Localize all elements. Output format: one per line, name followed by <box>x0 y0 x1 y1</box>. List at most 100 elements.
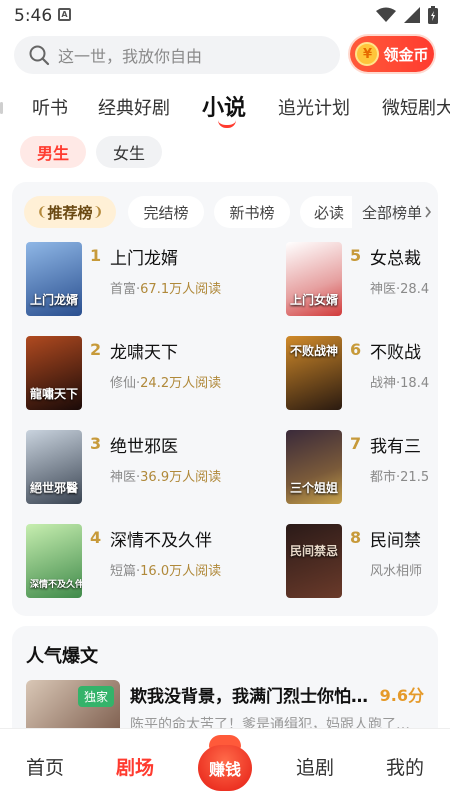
ranking-tabs: ❨ 推荐榜 ❩ 完结榜 新书榜 必读 全部榜单 <box>24 196 438 228</box>
search-input[interactable]: 这一世，我放你自由 <box>14 36 340 74</box>
book-title: 我有三 <box>370 437 421 457</box>
book-title: 深情不及久伴 <box>110 531 212 551</box>
signal-icon <box>404 7 420 23</box>
search-placeholder: 这一世，我放你自由 <box>58 47 203 66</box>
nav-follow[interactable]: 追剧 <box>270 753 360 780</box>
popular-book-title[interactable]: 欺我没背景，我满门烈士你怕… <box>130 682 380 707</box>
book-reads: 28.4 <box>400 282 430 297</box>
tab-chasing-light-plan[interactable]: 追光计划 <box>278 94 350 120</box>
book-rank: 2 <box>90 340 102 359</box>
tab-audiobook[interactable]: 听书 <box>32 94 68 120</box>
book-title: 龙啸天下 <box>110 343 178 363</box>
claim-coins-button[interactable]: ¥ 领金币 <box>350 36 434 72</box>
book-meta: 神医·28.4 <box>370 282 430 297</box>
tab-classic-drama[interactable]: 经典好剧 <box>98 94 170 120</box>
book-meta: 神医·36.9万人阅读 <box>110 470 222 485</box>
rank-tab-completed[interactable]: 完结榜 <box>128 196 204 228</box>
search-icon <box>29 45 50 66</box>
book-genre: 短篇 <box>110 564 137 579</box>
book-genre: 修仙 <box>110 376 137 391</box>
book-rank: 3 <box>90 434 102 453</box>
tab-micro-short-drama[interactable]: 微短剧大 <box>382 94 450 120</box>
book-rank: 8 <box>350 528 362 547</box>
book-genre: 首富 <box>110 282 137 297</box>
book-cover-title: 深情不及久伴 <box>30 580 82 590</box>
book-meta: 修仙·24.2万人阅读 <box>110 376 222 391</box>
gender-male-chip[interactable]: 男生 <box>20 136 86 168</box>
book-cover: 不败战神 <box>286 336 342 410</box>
status-time: 5:46 <box>14 6 53 26</box>
app-notification-icon: A <box>58 8 71 21</box>
book-item-1[interactable]: 上门龙婿 1 上门龙婿 首富·67.1万人阅读 <box>26 242 276 316</box>
book-cover: 民间禁忌 <box>286 524 342 598</box>
all-rankings-label: 全部榜单 <box>361 203 422 222</box>
nav-home[interactable]: 首页 <box>0 753 90 780</box>
nav-earn-button[interactable]: 赚钱 <box>198 735 252 791</box>
tab-novel[interactable]: 小说 <box>202 90 246 122</box>
book-meta: 战神·18.4 <box>370 376 430 391</box>
book-cover-title: 上门龙婿 <box>30 293 79 307</box>
rank-tab-recommended-label: 推荐榜 <box>47 203 93 222</box>
book-cover-title: 上门女婿 <box>290 293 339 307</box>
exclusive-badge: 独家 <box>77 686 114 707</box>
book-reads: 36.9万人阅读 <box>140 470 222 485</box>
book-genre: 神医 <box>370 282 397 297</box>
book-cover: 深情不及久伴 <box>26 524 82 598</box>
book-cover-title: 絕世邪醫 <box>30 481 79 495</box>
book-title: 不败战 <box>370 343 421 363</box>
book-title: 民间禁 <box>370 531 421 551</box>
book-reads: 16.0万人阅读 <box>140 564 222 579</box>
all-rankings-link[interactable]: 全部榜单 <box>351 196 438 228</box>
nav-mine[interactable]: 我的 <box>360 753 450 780</box>
chevron-right-icon <box>425 206 432 218</box>
rank-tab-recommended[interactable]: ❨ 推荐榜 ❩ <box>24 196 116 228</box>
claim-coins-label: 领金币 <box>383 45 429 64</box>
ranking-card: ❨ 推荐榜 ❩ 完结榜 新书榜 必读 全部榜单 上门龙婿 1 上门龙婿 首富·6… <box>12 182 438 616</box>
active-tab-indicator <box>218 120 236 128</box>
book-reads: 21.5 <box>400 470 430 485</box>
book-meta: 短篇·16.0万人阅读 <box>110 564 222 579</box>
book-title: 女总裁 <box>370 249 421 269</box>
rank-tab-new-books[interactable]: 新书榜 <box>214 196 290 228</box>
bottom-navigation: 首页 剧场 赚钱 追剧 我的 <box>0 728 450 800</box>
book-item-4[interactable]: 深情不及久伴 4 深情不及久伴 短篇·16.0万人阅读 <box>26 524 276 598</box>
book-item-2[interactable]: 龍嘯天下 2 龙啸天下 修仙·24.2万人阅读 <box>26 336 276 410</box>
book-cover-title: 三个姐姐 <box>290 481 339 495</box>
book-cover-title: 不败战神 <box>290 344 339 358</box>
book-item-6[interactable]: 不败战神 6 不败战 战神·18.4 <box>286 336 438 410</box>
status-indicators <box>376 6 438 24</box>
book-genre: 都市 <box>370 470 397 485</box>
book-cover: 上门龙婿 <box>26 242 82 316</box>
book-meta: 风水相师 <box>370 560 422 579</box>
book-item-7[interactable]: 三个姐姐 7 我有三 都市·21.5 <box>286 430 438 504</box>
book-item-8[interactable]: 民间禁忌 8 民间禁 风水相师 <box>286 524 438 598</box>
laurel-right-icon: ❩ <box>92 204 104 220</box>
wifi-icon <box>376 7 396 22</box>
book-genre: 战神 <box>370 376 397 391</box>
book-meta: 都市·21.5 <box>370 470 430 485</box>
category-tabs: 听书 经典好剧 小说 追光计划 微短剧大 <box>0 84 450 130</box>
nav-theater[interactable]: 剧场 <box>90 753 180 780</box>
popular-book-score: 9.6分 <box>379 686 424 705</box>
book-genre: 神医 <box>110 470 137 485</box>
laurel-left-icon: ❨ <box>36 204 48 220</box>
book-cover-title: 龍嘯天下 <box>30 387 79 401</box>
coin-icon: ¥ <box>355 42 380 66</box>
book-reads: 18.4 <box>400 376 430 391</box>
book-title: 上门龙婿 <box>110 249 178 269</box>
book-cover-title: 民间禁忌 <box>290 544 339 558</box>
gender-female-chip[interactable]: 女生 <box>96 136 162 168</box>
book-reads: 67.1万人阅读 <box>140 282 222 297</box>
status-bar: 5:46 A <box>0 0 450 32</box>
book-rank: 7 <box>350 434 362 453</box>
book-rank: 4 <box>90 528 102 547</box>
book-rank: 6 <box>350 340 362 359</box>
book-genre: 风水相师 <box>370 564 423 579</box>
book-item-5[interactable]: 上门女婿 5 女总裁 神医·28.4 <box>286 242 438 316</box>
book-cover: 絕世邪醫 <box>26 430 82 504</box>
book-item-3[interactable]: 絕世邪醫 3 绝世邪医 神医·36.9万人阅读 <box>26 430 276 504</box>
book-cover: 龍嘯天下 <box>26 336 82 410</box>
nav-earn-label: 赚钱 <box>198 745 252 791</box>
battery-icon <box>428 6 438 24</box>
book-rank: 1 <box>90 246 102 265</box>
